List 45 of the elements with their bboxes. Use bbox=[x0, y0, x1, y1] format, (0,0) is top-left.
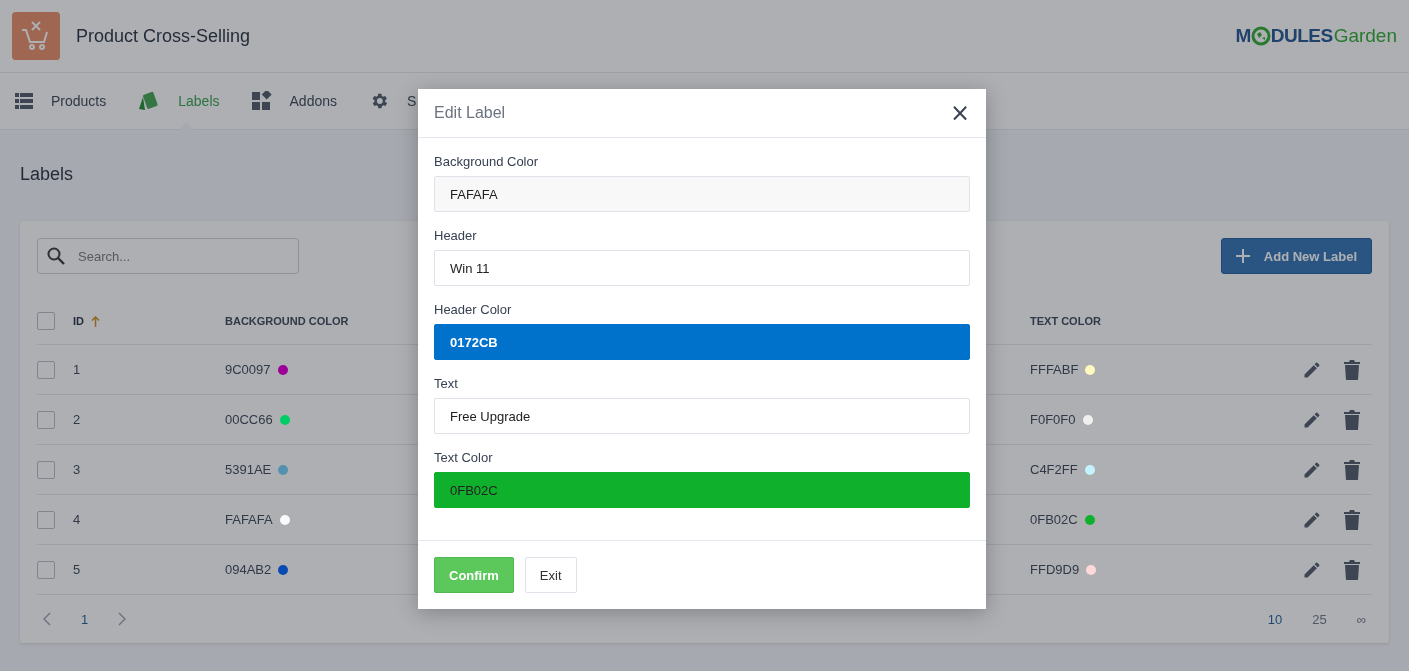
input-field[interactable]: 0FB02C bbox=[434, 472, 970, 508]
color-code: FFFABF bbox=[1030, 362, 1079, 377]
id-cell: 2 bbox=[73, 412, 81, 427]
id-cell: 5 bbox=[73, 562, 81, 577]
dialog-title: Edit Label bbox=[434, 104, 506, 122]
color-code: FAFAFA bbox=[225, 512, 273, 527]
nav-tab[interactable]: Addons bbox=[251, 73, 337, 129]
color-code: 9C0097 bbox=[225, 362, 271, 377]
brand-logo-text: M bbox=[1235, 25, 1251, 47]
app-title: Product Cross-Selling bbox=[76, 25, 252, 47]
page-number[interactable]: 1 bbox=[81, 611, 89, 627]
color-code: C4F2FF bbox=[1030, 462, 1078, 477]
input-field[interactable]: Free Upgrade bbox=[434, 398, 970, 434]
column-header[interactable]: BACKGROUND COLOR bbox=[225, 315, 349, 327]
color-code: 5391AE bbox=[225, 462, 272, 477]
field-label: Background Color bbox=[434, 154, 540, 169]
page-size-option[interactable]: 10 bbox=[1267, 611, 1283, 627]
field-label: Text Color bbox=[434, 450, 494, 465]
field-label: Text bbox=[434, 376, 459, 391]
close-button[interactable]: × bbox=[949, 101, 970, 125]
field-label: Header Color bbox=[434, 302, 513, 317]
id-cell: 4 bbox=[73, 512, 81, 527]
brand-logo-text: DULES bbox=[1270, 25, 1333, 47]
column-header[interactable]: TEXT COLOR bbox=[1030, 315, 1101, 327]
page-size-option[interactable]: ∞ bbox=[1356, 611, 1366, 627]
page-size-option[interactable]: 25 bbox=[1312, 611, 1327, 627]
search-field[interactable]: Search... bbox=[37, 238, 299, 274]
input-field[interactable]: Win 11 bbox=[434, 250, 970, 286]
nav-tab[interactable]: Products bbox=[15, 73, 107, 129]
id-cell: 3 bbox=[73, 462, 81, 477]
color-code: 094AB2 bbox=[225, 562, 272, 577]
nav-tab[interactable]: S bbox=[369, 73, 417, 129]
brand-logo-text: Garden bbox=[1333, 25, 1397, 47]
color-code: FFD9D9 bbox=[1030, 562, 1080, 577]
add-label-button[interactable]: Add New Label bbox=[1220, 238, 1372, 274]
id-cell: 1 bbox=[73, 362, 81, 377]
column-header[interactable]: ID bbox=[73, 315, 84, 327]
exit-button[interactable]: Exit bbox=[524, 557, 577, 593]
input-field[interactable]: FAFAFA bbox=[434, 176, 970, 212]
page-title: Labels bbox=[20, 164, 75, 185]
field-label: Header bbox=[434, 228, 478, 243]
input-field[interactable]: 0172CB bbox=[434, 324, 970, 360]
color-code: 00CC66 bbox=[225, 412, 273, 427]
color-code: 0FB02C bbox=[1030, 512, 1078, 527]
color-code: F0F0F0 bbox=[1030, 412, 1076, 427]
